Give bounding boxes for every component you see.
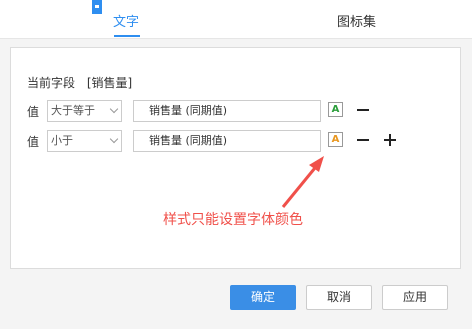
apply-button[interactable]: 应用	[382, 285, 448, 310]
ok-button[interactable]: 确定	[230, 285, 296, 310]
annotation-arrow	[281, 156, 324, 208]
annotation-text: 样式只能设置字体颜色	[163, 212, 303, 228]
cancel-button[interactable]: 取消	[306, 285, 372, 310]
